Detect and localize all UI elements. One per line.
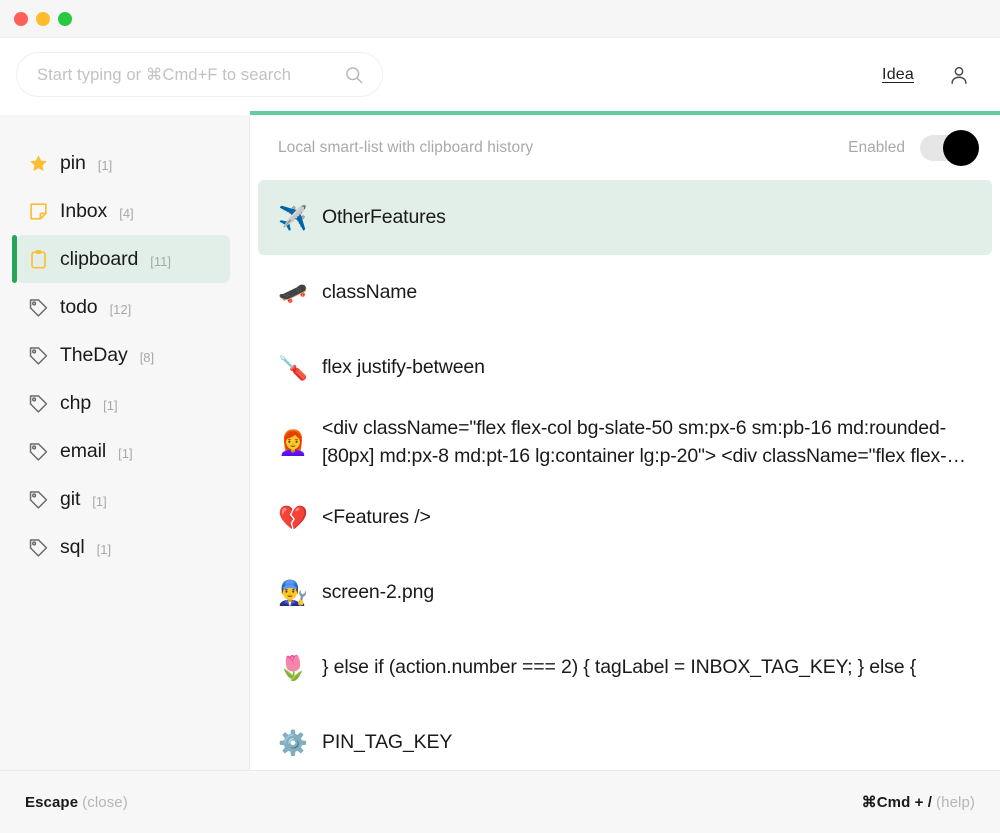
tag-icon [29, 346, 48, 365]
toggle-label: Enabled [848, 138, 905, 156]
user-icon[interactable] [948, 64, 970, 86]
tag-icon [29, 394, 48, 413]
tag-icon [29, 538, 48, 557]
sidebar-item-clipboard[interactable]: clipboard [11] [12, 235, 230, 283]
airplane-emoji: ✈️ [278, 203, 308, 232]
broken-heart-emoji: 💔 [278, 503, 308, 532]
sidebar-item-theday[interactable]: TheDay [8] [16, 331, 230, 379]
escape-shortcut[interactable]: Escape (close) [25, 794, 128, 811]
close-window-button[interactable] [14, 11, 28, 26]
app-window: Start typing or ⌘Cmd+F to search Idea pi… [0, 0, 1000, 833]
help-shortcut[interactable]: ⌘Cmd + / (help) [862, 793, 975, 811]
top-right-actions: Idea [882, 64, 978, 86]
window-titlebar [0, 0, 1000, 38]
sidebar-item-git[interactable]: git [1] [16, 475, 230, 523]
gear-emoji: ⚙️ [278, 728, 308, 757]
sidebar-item-label: chp [60, 391, 92, 414]
screwdriver-emoji: 🪛 [278, 353, 308, 382]
main-header: Local smart-list with clipboard history … [250, 115, 1000, 180]
sidebar-item-count: [8] [139, 349, 155, 365]
search-input[interactable]: Start typing or ⌘Cmd+F to search [16, 52, 383, 97]
sidebar-item-label: TheDay [60, 343, 128, 366]
escape-key-label: Escape [25, 793, 79, 811]
sidebar-item-label: pin [60, 151, 86, 174]
maximize-window-button[interactable] [58, 11, 72, 26]
sidebar-item-count: [1] [92, 493, 107, 509]
sidebar-item-email[interactable]: email [1] [16, 427, 230, 475]
note-icon [30, 202, 47, 220]
clipboard-item-text: PIN_TAG_KEY [322, 731, 453, 754]
idea-link[interactable]: Idea [882, 66, 914, 84]
minimize-window-button[interactable] [36, 11, 50, 26]
skateboard-emoji: 🛹 [278, 278, 308, 307]
sidebar-item-label: email [60, 439, 107, 462]
search-placeholder: Start typing or ⌘Cmd+F to search [37, 65, 292, 84]
sidebar-item-sql[interactable]: sql [1] [16, 523, 230, 571]
woman-red-hair-emoji: 👩‍🦰 [278, 428, 308, 457]
clipboard-list-item[interactable]: 💔 <Features /> [258, 480, 992, 555]
mechanic-emoji: 👨‍🔧 [278, 578, 308, 607]
tag-icon [29, 490, 48, 509]
star-icon [30, 154, 47, 171]
clipboard-list-item[interactable]: 🪛 flex justify-between [258, 330, 992, 405]
sidebar-item-todo[interactable]: todo [12] [16, 283, 230, 331]
sidebar-item-count: [1] [103, 397, 118, 413]
tag-icon [29, 298, 48, 317]
sidebar-item-count: [12] [109, 301, 132, 317]
sidebar-item-label: sql [60, 535, 85, 558]
sidebar-item-label: clipboard [60, 247, 139, 270]
clipboard-icon [31, 249, 46, 269]
search-bar-row: Start typing or ⌘Cmd+F to search Idea [0, 38, 1000, 111]
clipboard-item-text: OtherFeatures [322, 205, 446, 228]
body-area: pin [1] Inbox [4] clipboard [11] todo [12] TheDa… [0, 115, 1000, 770]
sidebar-item-label: Inbox [60, 199, 108, 222]
toggle-knob [943, 129, 979, 166]
sidebar-item-label: git [60, 487, 81, 510]
tag-icon [29, 442, 48, 461]
main-panel: Local smart-list with clipboard history … [250, 115, 1000, 770]
clipboard-list-item[interactable]: 👩‍🦰 <div className="flex flex-col bg-slat… [258, 405, 992, 480]
sidebar-item-count: [1] [118, 445, 133, 461]
enabled-toggle-switch[interactable] [920, 129, 979, 166]
clipboard-list-item[interactable]: 🛹 className [258, 255, 992, 330]
sidebar-item-chp[interactable]: chp [1] [16, 379, 230, 427]
help-desc-label: (help) [936, 794, 975, 811]
clipboard-list-item[interactable]: ⚙️ PIN_TAG_KEY [258, 705, 992, 770]
footer-shortcut-bar: Escape (close) ⌘Cmd + / (help) [0, 770, 1000, 833]
sidebar-item-label: todo [60, 295, 98, 318]
help-key-label: ⌘Cmd + / [861, 794, 933, 811]
clipboard-item-text: <div className="flex flex-col bg-slate-5… [322, 417, 947, 467]
clipboard-item-text: className [322, 280, 418, 303]
sidebar: pin [1] Inbox [4] clipboard [11] todo [12] TheDa… [0, 115, 250, 770]
clipboard-list[interactable]: ✈️ OtherFeatures 🛹 className 🪛 flex justify-b… [250, 180, 1000, 770]
clipboard-item-text: } else if (action.number === 2) { tagLab… [322, 656, 917, 679]
clipboard-list-item[interactable]: ✈️ OtherFeatures [258, 180, 992, 255]
clipboard-item-text: <Features /> [322, 506, 431, 529]
escape-desc-label: (close) [82, 793, 128, 811]
sidebar-item-inbox[interactable]: Inbox [4] [16, 187, 230, 235]
clipboard-item-text: screen-2.png [322, 581, 435, 604]
clipboard-item-text: flex justify-between [322, 355, 485, 378]
clipboard-list-item[interactable]: 🌷 } else if (action.number === 2) { tagLa… [258, 630, 992, 705]
list-description: Local smart-list with clipboard history [278, 138, 534, 156]
clipboard-list-item[interactable]: 👨‍🔧 screen-2.png [258, 555, 992, 630]
sidebar-item-count: [1] [96, 541, 112, 557]
traffic-light-group [14, 11, 72, 26]
sidebar-item-count: [1] [97, 157, 113, 173]
sidebar-item-count: [11] [150, 253, 171, 269]
sidebar-item-pin[interactable]: pin [1] [16, 139, 230, 187]
tulip-emoji: 🌷 [278, 653, 308, 682]
enabled-toggle-group[interactable]: Enabled [848, 129, 979, 166]
sidebar-item-count: [4] [119, 205, 134, 221]
search-icon [346, 66, 363, 83]
